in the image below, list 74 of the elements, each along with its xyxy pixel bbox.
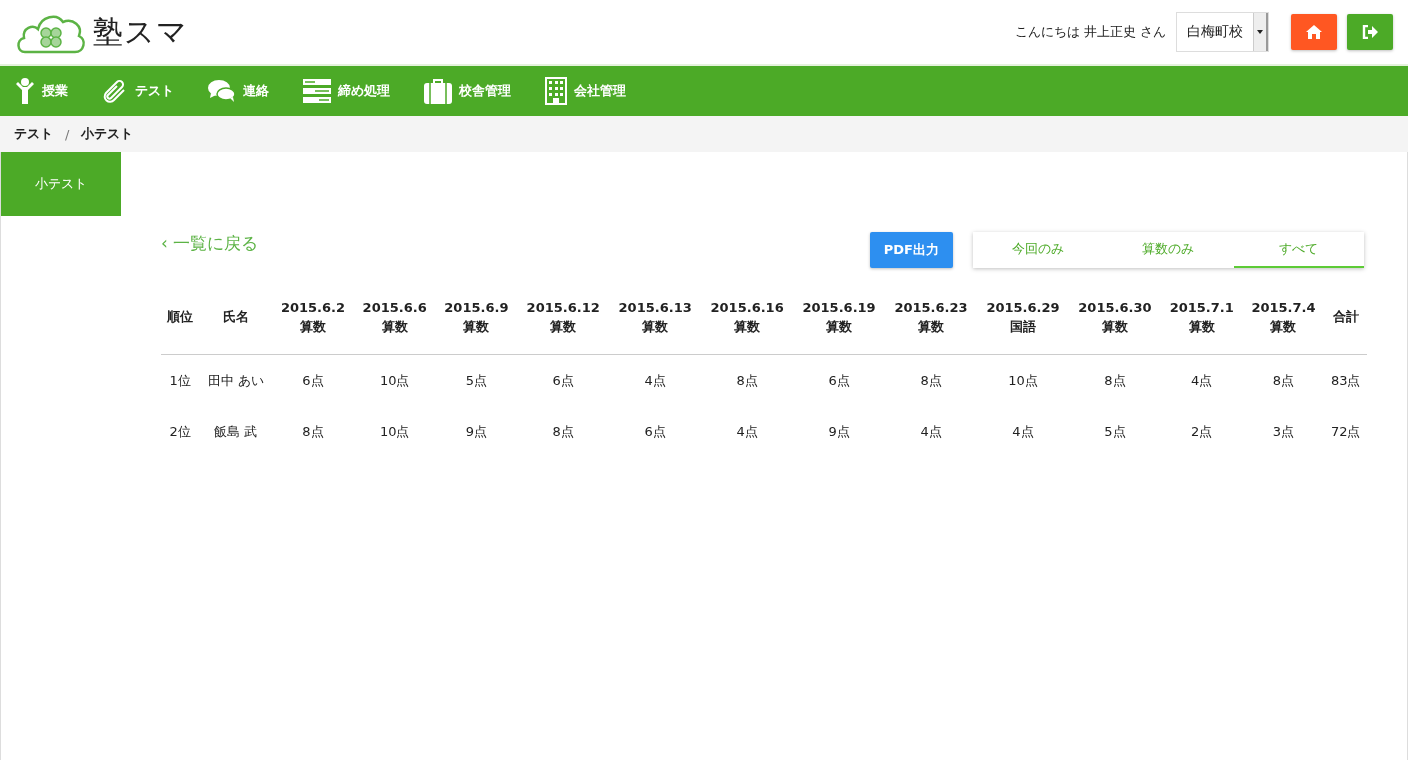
table-cell: 8点	[701, 354, 794, 406]
table-cell-text: 2点	[1190, 422, 1214, 441]
table-cell: 8点	[1242, 354, 1325, 406]
table-cell-text: 2位	[168, 422, 192, 441]
table-cell: 10点	[977, 354, 1069, 406]
nav-item[interactable]: 授業	[15, 78, 68, 104]
table-cell: 83点	[1324, 354, 1367, 406]
table-cell-text: 3点	[1271, 422, 1296, 441]
breadcrumb-item[interactable]: テスト	[14, 125, 53, 143]
table-cell: 6点	[793, 354, 886, 406]
column-header: 2015.6.29 国語	[977, 280, 1069, 355]
filter-tab[interactable]: すべて	[1233, 232, 1364, 268]
caret-icon	[1257, 30, 1263, 34]
table-cell-text: 9点	[827, 422, 851, 441]
table-cell-text: 5点	[1103, 422, 1127, 441]
table-cell: 田中 あい	[199, 354, 273, 406]
greeting-text: こんにちは 井上正史 さん	[1014, 23, 1166, 41]
table-cell: 4点	[1160, 354, 1243, 406]
paperclip-icon	[102, 78, 128, 104]
column-header: 2015.6.6 算数	[353, 280, 436, 355]
table-cell-text: 8点	[551, 422, 575, 441]
column-header: 2015.6.23 算数	[885, 280, 977, 355]
table-cell: 8点	[1068, 354, 1161, 406]
logo-text: 塾スマ	[93, 12, 188, 51]
nav-item[interactable]: 締め処理	[303, 79, 390, 103]
column-header: 2015.6.13 算数	[609, 280, 702, 355]
nav-item[interactable]: 会社管理	[545, 77, 626, 105]
table-cell-text: 4点	[1011, 422, 1035, 441]
column-header: 2015.6.2 算数	[272, 280, 354, 355]
nav-item[interactable]: 校舎管理	[424, 78, 511, 104]
column-header: 2015.6.16 算数	[701, 280, 794, 355]
table-cell-text: 72点	[1329, 422, 1362, 441]
suitcase-icon	[424, 78, 452, 104]
table-cell: 4点	[609, 354, 702, 406]
breadcrumb-item: 小テスト	[81, 125, 134, 143]
column-header: 2015.7.1 算数	[1160, 280, 1243, 355]
nav-item[interactable]: 連絡	[208, 79, 269, 103]
table-cell: 6点	[517, 354, 610, 406]
school-select[interactable]: 白梅町校	[1176, 12, 1269, 52]
chat-bubbles-icon	[208, 79, 236, 103]
table-cell: 8点	[885, 354, 977, 406]
table-cell-text: 4点	[919, 422, 943, 441]
table-cell-text: 8点	[301, 422, 325, 441]
column-header: 2015.7.4 算数	[1242, 280, 1325, 355]
nav-item[interactable]: テスト	[102, 78, 174, 104]
column-header: 2015.6.9 算数	[435, 280, 518, 355]
column-header: 合計	[1324, 280, 1367, 355]
table-cell: 10点	[353, 354, 436, 406]
back-link[interactable]: ‹ 一覧に戻る	[161, 232, 259, 255]
column-header: 2015.6.19 算数	[793, 280, 886, 355]
table-cell-text: 10点	[378, 422, 411, 441]
logout-button[interactable]	[1347, 14, 1393, 50]
column-header: 順位	[161, 280, 200, 355]
table-cell-text: 6点	[643, 422, 667, 441]
building-icon	[545, 77, 567, 105]
column-header: 2015.6.30 算数	[1068, 280, 1161, 355]
table-cell-text: 飯島 武	[213, 422, 259, 441]
table-cell: 5点	[435, 354, 518, 406]
filter-tab[interactable]: 今回のみ	[973, 232, 1104, 268]
logout-icon	[1362, 25, 1378, 39]
column-header: 2015.6.12 算数	[517, 280, 610, 355]
table-cell: 6点	[272, 354, 354, 406]
pdf-button[interactable]: PDF出力	[869, 232, 953, 268]
table-cell-text: 9点	[464, 422, 488, 441]
sidebar-item[interactable]: 小テスト	[1, 152, 121, 216]
home-icon	[1306, 25, 1322, 39]
home-button[interactable]	[1291, 14, 1337, 50]
filter-tab[interactable]: 算数のみ	[1103, 232, 1234, 268]
breadcrumb-separator: /	[65, 126, 70, 142]
table-cell: 1位	[161, 354, 200, 406]
person-icon	[15, 78, 35, 104]
table-cell-text: 4点	[735, 422, 759, 441]
drawers-icon	[303, 79, 331, 103]
column-header: 氏名	[199, 280, 273, 355]
